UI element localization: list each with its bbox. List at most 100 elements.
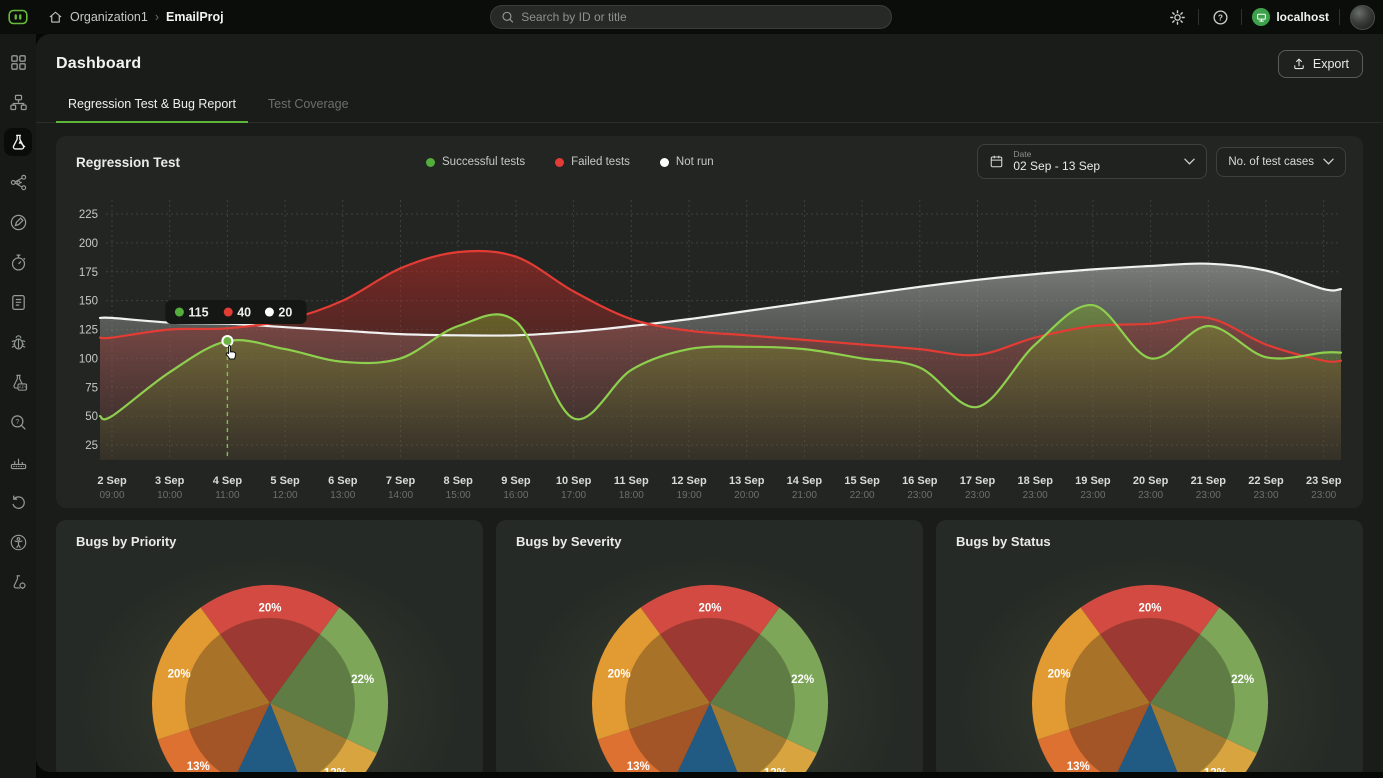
svg-text:23:00: 23:00 [1080, 490, 1105, 501]
sidebar-item-automation[interactable] [4, 208, 32, 236]
svg-text:5 Sep: 5 Sep [270, 475, 300, 487]
top-bar: Organization1 › EmailProj ? [0, 0, 1383, 34]
bugs-by-status-pie[interactable]: 20%22%12%13%20% [936, 520, 1363, 772]
app-logo[interactable] [0, 7, 36, 27]
svg-text:175: 175 [79, 267, 98, 279]
svg-text:19 Sep: 19 Sep [1075, 475, 1111, 487]
svg-text:17 Sep: 17 Sep [960, 475, 996, 487]
tooltip-point [222, 336, 232, 346]
svg-text:23:00: 23:00 [1023, 490, 1048, 501]
svg-text:09:00: 09:00 [99, 490, 124, 501]
pie-slice-label: 20% [258, 602, 281, 614]
sidebar-item-accessibility[interactable] [4, 528, 32, 556]
tab-bar: Regression Test & Bug Report Test Covera… [36, 88, 1383, 123]
sidebar-item-projects[interactable] [4, 88, 32, 116]
svg-text:23:00: 23:00 [907, 490, 932, 501]
pie-slice-label: 13% [1067, 761, 1090, 772]
bug-icon [9, 333, 28, 352]
breadcrumb-separator: › [155, 10, 159, 24]
svg-text:21:00: 21:00 [792, 490, 817, 501]
monitor-icon [1252, 8, 1270, 26]
bugs-by-priority-pie[interactable]: 20%22%12%13%20% [56, 520, 483, 772]
tab-regression-report[interactable]: Regression Test & Bug Report [56, 88, 248, 123]
sidebar-item-timer[interactable] [4, 248, 32, 276]
breadcrumb: Organization1 › EmailProj [48, 10, 224, 25]
svg-text:23:00: 23:00 [965, 490, 990, 501]
svg-text:11 Sep: 11 Sep [614, 475, 649, 487]
upload-icon [1292, 57, 1306, 71]
svg-text:17:00: 17:00 [561, 490, 586, 501]
environment-label: localhost [1276, 10, 1329, 24]
pie-slice-label: 22% [791, 674, 814, 686]
svg-text:?: ? [15, 418, 19, 426]
pie-title: Bugs by Severity [516, 534, 622, 549]
tab-test-coverage[interactable]: Test Coverage [256, 88, 361, 123]
svg-text:21 Sep: 21 Sep [1191, 475, 1227, 487]
accessibility-icon [9, 533, 28, 552]
svg-text:14:00: 14:00 [388, 490, 413, 501]
svg-text:4 Sep: 4 Sep [213, 475, 243, 487]
svg-text:16 Sep: 16 Sep [902, 475, 938, 487]
pie-slice-label: 13% [187, 761, 210, 772]
settings-button[interactable] [1166, 6, 1188, 28]
page-title: Dashboard [56, 55, 141, 73]
sidebar-item-bugs[interactable] [4, 328, 32, 356]
help-icon: ? [1212, 9, 1229, 26]
export-button[interactable]: Export [1278, 50, 1363, 78]
flask-edit-icon [9, 133, 28, 152]
svg-text:115: 115 [188, 306, 208, 320]
pie-title: Bugs by Status [956, 534, 1051, 549]
gear-icon [1169, 9, 1186, 26]
sidebar-item-cycles[interactable] [4, 488, 32, 516]
pie-slice-label: 12% [764, 768, 787, 772]
topbar-divider [1198, 9, 1199, 25]
svg-text:23 Sep: 23 Sep [1306, 475, 1342, 487]
search-input[interactable] [521, 10, 881, 24]
bugs-by-severity-pie[interactable]: 20%22%12%13%20% [496, 520, 923, 772]
pie-slice-label: 12% [1204, 768, 1227, 772]
breadcrumb-project[interactable]: EmailProj [166, 10, 224, 24]
sidebar-item-experiments[interactable] [4, 568, 32, 596]
svg-text:10 Sep: 10 Sep [556, 475, 592, 487]
sidebar-item-benchmarks[interactable] [4, 448, 32, 476]
breadcrumb-org[interactable]: Organization1 [70, 10, 148, 24]
sidebar-item-inspect[interactable]: ? [4, 408, 32, 436]
svg-text:100: 100 [79, 353, 98, 365]
sidebar-item-regression-lab[interactable] [4, 128, 32, 156]
global-search[interactable] [490, 5, 892, 29]
export-label: Export [1313, 57, 1349, 71]
svg-text:10:00: 10:00 [157, 490, 182, 501]
sidebar-item-integrations[interactable] [4, 168, 32, 196]
regression-area-chart[interactable]: 2252001751501251007550252 Sep09:003 Sep1… [56, 136, 1360, 508]
svg-text:25: 25 [85, 440, 98, 452]
pie-slice-label: 20% [168, 669, 191, 681]
bugs-by-status-card: Bugs by Status 20%22%12%13%20% [936, 520, 1363, 772]
avatar[interactable] [1350, 5, 1375, 30]
svg-text:8 Sep: 8 Sep [444, 475, 474, 487]
svg-text:23:00: 23:00 [1196, 490, 1221, 501]
bugs-by-priority-card: Bugs by Priority 20%22%12%13%20% [56, 520, 483, 772]
sitemap-icon [9, 93, 28, 112]
svg-text:18:00: 18:00 [619, 490, 644, 501]
sidebar-item-notes[interactable] [4, 288, 32, 316]
pie-slice-label: 12% [324, 768, 347, 772]
svg-text:19:00: 19:00 [676, 490, 701, 501]
notebook-icon [9, 293, 28, 312]
sidebar: API ? [0, 34, 36, 778]
svg-text:22:00: 22:00 [850, 490, 875, 501]
environment-badge[interactable]: localhost [1252, 8, 1329, 26]
svg-text:23:00: 23:00 [1253, 490, 1278, 501]
svg-text:225: 225 [79, 209, 98, 221]
topbar-divider [1339, 9, 1340, 25]
sidebar-item-api-tests[interactable]: API [4, 368, 32, 396]
sidebar-item-dashboard[interactable] [4, 48, 32, 76]
svg-text:40: 40 [237, 306, 251, 320]
svg-text:20: 20 [278, 306, 292, 320]
svg-text:15:00: 15:00 [446, 490, 471, 501]
home-icon[interactable] [48, 10, 63, 25]
svg-text:13:00: 13:00 [330, 490, 355, 501]
help-button[interactable]: ? [1209, 6, 1231, 28]
refresh-cycle-icon [9, 493, 28, 512]
bug-charts-row: Bugs by Priority 20%22%12%13%20% Bugs by… [56, 520, 1363, 772]
benchmark-icon [9, 453, 28, 472]
